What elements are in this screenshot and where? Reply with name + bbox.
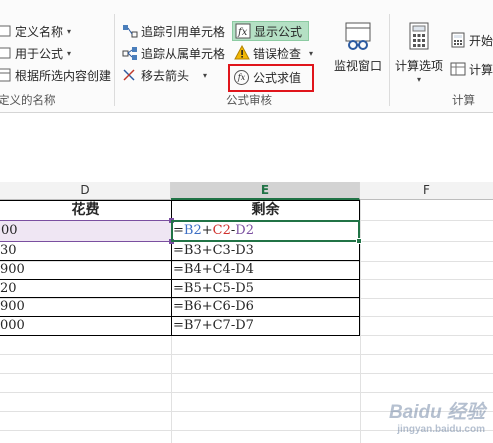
remove-arrows-icon bbox=[122, 67, 138, 83]
show-formulas-label: 显示公式 bbox=[254, 24, 303, 39]
create-from-selection-label: 根据所选内容创建 bbox=[15, 68, 112, 83]
watermark-brand: Baidu 经验 bbox=[388, 402, 485, 423]
cell-d4[interactable]: 900 bbox=[0, 260, 171, 280]
header-cell-remaining[interactable]: 剩余 bbox=[171, 200, 360, 220]
cell-e5[interactable]: =B5+C5-D5 bbox=[171, 279, 360, 299]
use-in-formula-label: 用于公式 bbox=[15, 46, 64, 61]
calc-options-button[interactable]: 计算选项 ▾ bbox=[392, 22, 446, 84]
group-divider bbox=[389, 14, 390, 106]
evaluate-formula-highlight-box bbox=[228, 64, 314, 92]
cell-e4[interactable]: =B4+C4-D4 bbox=[171, 260, 360, 280]
watch-window-button[interactable]: 监视窗口 bbox=[331, 22, 385, 74]
calculation-group-label: 计算 bbox=[452, 93, 475, 107]
cell-d3[interactable]: 30 bbox=[0, 241, 171, 261]
chevron-down-icon: ▾ bbox=[203, 70, 208, 80]
calc-now-icon bbox=[450, 32, 466, 48]
table-border bbox=[0, 279, 360, 280]
show-formulas-icon: fx bbox=[235, 23, 251, 39]
table-border bbox=[0, 200, 360, 201]
fill-handle[interactable] bbox=[356, 238, 362, 244]
cell-e6[interactable]: =B6+C6-D6 bbox=[171, 297, 360, 317]
show-formulas-button[interactable]: fx 显示公式 bbox=[232, 21, 310, 41]
calc-sheet-button[interactable]: 计算 bbox=[450, 59, 493, 79]
use-in-formula-icon bbox=[0, 45, 12, 61]
chevron-down-icon: ▾ bbox=[309, 48, 314, 58]
trace-dependents-button[interactable]: 追踪从属单元格 bbox=[122, 43, 225, 63]
column-header-d[interactable]: D bbox=[0, 182, 171, 200]
gridline bbox=[0, 373, 493, 374]
chevron-down-icon: ▾ bbox=[67, 48, 72, 58]
define-name-button[interactable]: 定义名称 ▾ bbox=[0, 21, 71, 41]
defined-names-group-label: 定义的名称 bbox=[0, 93, 56, 107]
trace-dependents-icon bbox=[122, 45, 138, 61]
watch-window-label: 监视窗口 bbox=[333, 59, 382, 73]
trace-dependents-label: 追踪从属单元格 bbox=[141, 46, 226, 61]
cell-d7[interactable]: 000 bbox=[0, 316, 171, 336]
gridline bbox=[360, 200, 361, 443]
cell-e3[interactable]: =B3+C3-D3 bbox=[171, 241, 360, 261]
define-name-label: 定义名称 bbox=[15, 24, 64, 39]
watch-window-icon bbox=[344, 22, 372, 52]
error-checking-label: 错误检查 bbox=[253, 46, 302, 61]
table-border bbox=[0, 335, 360, 336]
cell-d5[interactable]: 20 bbox=[0, 279, 171, 299]
trace-precedents-icon bbox=[122, 23, 138, 39]
column-header-f[interactable]: F bbox=[360, 182, 493, 200]
column-header-e[interactable]: E bbox=[171, 182, 360, 200]
calc-now-label: 开始 bbox=[469, 33, 493, 48]
calc-sheet-label: 计算 bbox=[469, 62, 493, 77]
calc-options-label: 计算选项 bbox=[394, 59, 443, 73]
trace-precedents-button[interactable]: 追踪引用单元格 bbox=[122, 21, 225, 41]
formula-bar-area bbox=[0, 114, 493, 182]
warning-icon bbox=[234, 44, 250, 61]
cell-e7[interactable]: =B7+C7-D7 bbox=[171, 316, 360, 336]
create-from-selection-icon bbox=[0, 67, 12, 83]
chevron-down-icon: ▾ bbox=[416, 75, 421, 84]
calc-sheet-icon bbox=[450, 61, 466, 77]
chevron-down-icon: ▾ bbox=[67, 26, 72, 36]
table-border bbox=[0, 297, 360, 298]
table-border bbox=[0, 260, 360, 261]
formula-auditing-group-label: 公式审核 bbox=[226, 93, 272, 107]
error-checking-button[interactable]: 错误检查 ▾ bbox=[234, 43, 313, 63]
define-name-icon bbox=[0, 23, 12, 39]
cell-d6[interactable]: 900 bbox=[0, 297, 171, 317]
baidu-watermark: Baidu 经验 jingyan.baidu.com bbox=[389, 397, 485, 435]
table-border bbox=[0, 316, 360, 317]
gridline bbox=[0, 354, 493, 355]
ribbon: 定义名称 ▾ 用于公式 ▾ 根据所选内容创建 定义的名称 追踪引用单元格 追踪从… bbox=[0, 0, 493, 113]
active-cell-border bbox=[171, 220, 360, 242]
ref-highlight-d2 bbox=[0, 220, 172, 242]
use-in-formula-button[interactable]: 用于公式 ▾ bbox=[0, 43, 71, 63]
calc-now-button[interactable]: 开始 bbox=[450, 30, 493, 50]
watermark-url: jingyan.baidu.com bbox=[397, 424, 485, 435]
remove-arrows-label: 移去箭头 bbox=[141, 68, 190, 83]
svg-text:fx: fx bbox=[237, 27, 248, 38]
create-from-selection-button[interactable]: 根据所选内容创建 bbox=[0, 65, 111, 85]
trace-precedents-label: 追踪引用单元格 bbox=[141, 24, 226, 39]
gridline bbox=[0, 392, 493, 393]
remove-arrows-button[interactable]: 移去箭头 ▾ bbox=[122, 65, 207, 85]
group-divider bbox=[114, 14, 115, 106]
calculator-icon bbox=[405, 22, 433, 52]
header-cell-cost[interactable]: 花费 bbox=[0, 200, 171, 220]
